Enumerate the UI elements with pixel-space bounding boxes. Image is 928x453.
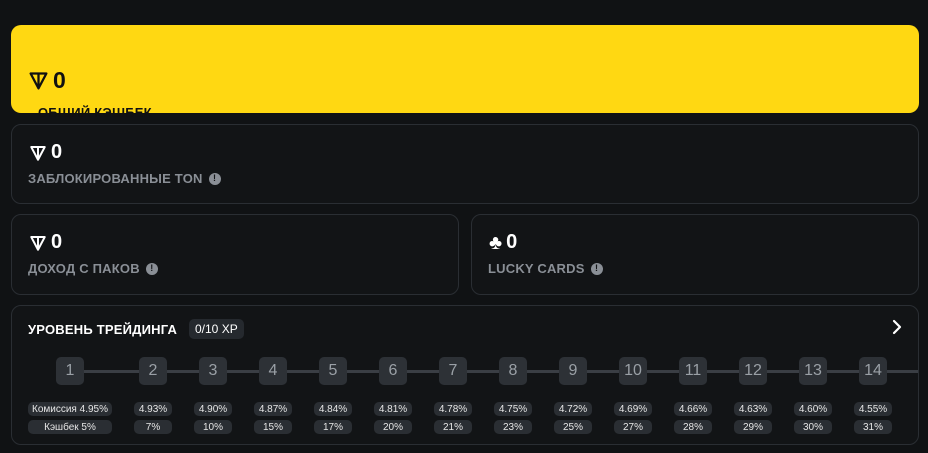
info-icon[interactable]: ! xyxy=(208,172,221,185)
level-commission-6: 4.81% xyxy=(374,402,412,416)
level-commission-2: 4.93% xyxy=(134,402,172,416)
pack-income-value: 0 xyxy=(51,231,63,253)
level-commission-13: 4.60% xyxy=(794,402,832,416)
level-step-13: 13 xyxy=(799,357,827,385)
level-cashback-11: 28% xyxy=(674,420,712,434)
locked-ton-value: 0 xyxy=(51,141,63,163)
club-icon: ♣ xyxy=(489,231,503,254)
level-cashback-3: 10% xyxy=(194,420,232,434)
trading-level-title: УРОВЕНЬ ТРЕЙДИНГА xyxy=(28,322,178,337)
level-step-7: 7 xyxy=(439,357,467,385)
level-step-11: 11 xyxy=(679,357,707,385)
level-commission-12: 4.63% xyxy=(734,402,772,416)
lucky-cards-label-row: LUCKY CARDS ! xyxy=(488,261,603,276)
level-cashback-7: 21% xyxy=(434,420,472,434)
level-commission-8: 4.75% xyxy=(494,402,532,416)
total-cashback-value-row: 0 xyxy=(28,67,66,94)
rewards-panel: 0 ОБЩИЙ КЭШБЕК 0 ЗАБЛОКИРОВАННЫЕ TON ! 0… xyxy=(0,0,928,453)
pack-income-label-row: ДОХОД С ПАКОВ ! xyxy=(28,261,158,276)
level-commission-7: 4.78% xyxy=(434,402,472,416)
level-commission-4: 4.87% xyxy=(254,402,292,416)
ton-icon xyxy=(28,70,49,91)
level-step-1: 1 xyxy=(56,357,84,385)
level-cashback-4: 15% xyxy=(254,420,292,434)
xp-badge: 0/10 XP xyxy=(189,319,244,339)
level-step-12: 12 xyxy=(739,357,767,385)
level-commission-5: 4.84% xyxy=(314,402,352,416)
locked-ton-value-row: 0 xyxy=(29,141,62,164)
ton-icon xyxy=(29,144,47,162)
trading-level-card[interactable]: УРОВЕНЬ ТРЕЙДИНГА 0/10 XP 1 Комиссия 4.95… xyxy=(11,305,919,445)
total-cashback-label: ОБЩИЙ КЭШБЕК xyxy=(38,105,152,120)
level-commission-9: 4.72% xyxy=(554,402,592,416)
level-cashback-5: 17% xyxy=(314,420,352,434)
lucky-cards-label: LUCKY CARDS xyxy=(488,261,585,276)
level-cashback-2: 7% xyxy=(134,420,172,434)
info-icon[interactable]: ! xyxy=(145,262,158,275)
pack-income-label: ДОХОД С ПАКОВ xyxy=(28,261,140,276)
level-step-3: 3 xyxy=(199,357,227,385)
level-step-5: 5 xyxy=(319,357,347,385)
lucky-cards-value: 0 xyxy=(506,231,518,253)
info-icon[interactable]: ! xyxy=(590,262,603,275)
level-step-2: 2 xyxy=(139,357,167,385)
total-cashback-value: 0 xyxy=(53,67,66,93)
level-cashback-9: 25% xyxy=(554,420,592,434)
level-step-6: 6 xyxy=(379,357,407,385)
level-cashback-13: 30% xyxy=(794,420,832,434)
level-step-14: 14 xyxy=(859,357,887,385)
level-commission-3: 4.90% xyxy=(194,402,232,416)
level-commission-14: 4.55% xyxy=(854,402,892,416)
locked-ton-label: ЗАБЛОКИРОВАННЫЕ TON xyxy=(28,171,203,186)
level-cashback-12: 29% xyxy=(734,420,772,434)
pack-income-value-row: 0 xyxy=(29,231,62,254)
level-cashback-14: 31% xyxy=(854,420,892,434)
pack-income-card: 0 ДОХОД С ПАКОВ ! xyxy=(11,214,459,295)
level-commission-1: Комиссия 4.95% xyxy=(28,402,112,416)
total-cashback-card: 0 ОБЩИЙ КЭШБЕК xyxy=(11,25,919,120)
level-step-4: 4 xyxy=(259,357,287,385)
chevron-right-icon[interactable] xyxy=(890,319,904,335)
lucky-cards-card: ♣ 0 LUCKY CARDS ! xyxy=(471,214,919,295)
level-step-10: 10 xyxy=(619,357,647,385)
locked-ton-label-row: ЗАБЛОКИРОВАННЫЕ TON ! xyxy=(28,171,221,186)
level-step-9: 9 xyxy=(559,357,587,385)
level-step-8: 8 xyxy=(499,357,527,385)
level-commission-11: 4.66% xyxy=(674,402,712,416)
level-progress-track xyxy=(70,370,918,373)
level-cashback-1: Кэшбек 5% xyxy=(28,420,112,434)
lucky-cards-value-row: ♣ 0 xyxy=(489,231,517,254)
level-cashback-6: 20% xyxy=(374,420,412,434)
locked-ton-card: 0 ЗАБЛОКИРОВАННЫЕ TON ! xyxy=(11,124,919,204)
ton-icon xyxy=(29,234,47,252)
level-commission-10: 4.69% xyxy=(614,402,652,416)
level-cashback-8: 23% xyxy=(494,420,532,434)
level-cashback-10: 27% xyxy=(614,420,652,434)
